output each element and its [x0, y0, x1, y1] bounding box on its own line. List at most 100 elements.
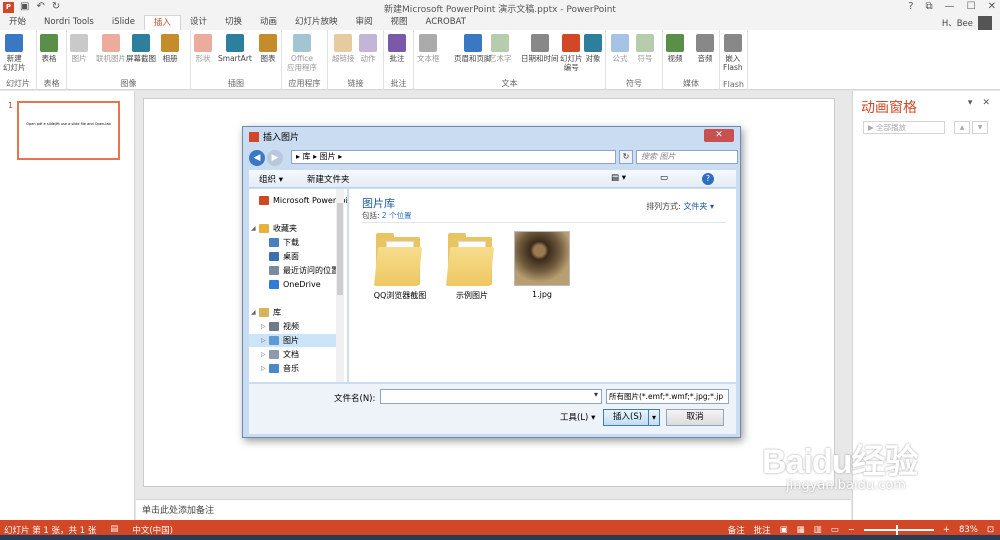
ribbon-button-1-0[interactable]: 表格 [40, 34, 58, 63]
ribbon-button-7-5[interactable]: 对象 [584, 34, 602, 63]
ribbon-button-8-0[interactable]: 公式 [611, 34, 629, 63]
tab-3[interactable]: iSlide [103, 15, 144, 30]
forward-icon[interactable]: ▶ [267, 150, 283, 166]
tab-1[interactable]: 开始 [0, 15, 35, 30]
minimize-icon[interactable]: — [945, 1, 955, 12]
ribbon-button-7-0[interactable]: 文本框 [417, 34, 440, 63]
ribbon-group-label: 媒体 [683, 79, 699, 88]
tab-5[interactable]: 设计 [181, 15, 216, 30]
ribbon-button-2-2[interactable]: 屏幕截图 [126, 34, 156, 63]
slide-sorter-icon[interactable]: ▦ [797, 525, 805, 535]
nav-item-5[interactable]: OneDrive [249, 278, 321, 291]
ribbon-button-label: 公式 [612, 54, 628, 63]
ribbon-button-5-0[interactable]: 超链接 [332, 34, 355, 63]
insert-button[interactable]: 插入(S) [603, 409, 660, 426]
back-icon[interactable]: ◀ [249, 150, 265, 166]
expand-arrow-icon[interactable]: ▷ [261, 365, 269, 372]
move-down-icon[interactable]: ▼ [972, 121, 988, 134]
ribbon-button-3-2[interactable]: 图表 [259, 34, 277, 63]
nav-item-7[interactable]: ▷ 视频 [249, 320, 299, 333]
nav-item-10[interactable]: ▷ 音乐 [249, 362, 299, 375]
view-options-icon[interactable]: ▤ ▾ [611, 173, 626, 185]
expand-arrow-icon[interactable]: ◢ [251, 309, 259, 316]
close-icon[interactable]: ✕ [988, 1, 996, 12]
ribbon-button-2-3[interactable]: 相册 [161, 34, 179, 63]
tab-9[interactable]: 审阅 [347, 15, 382, 30]
ribbon-button-3-1[interactable]: SmartArt [218, 34, 252, 63]
nav-item-1[interactable]: ◢ 收藏夹 [249, 222, 297, 235]
close-icon[interactable]: ✕ [982, 98, 990, 108]
ribbon-button-8-1[interactable]: 符号 [636, 34, 654, 63]
tools-menu[interactable]: 工具(L) ▾ [560, 411, 595, 423]
expand-arrow-icon[interactable]: ▷ [261, 351, 269, 358]
slideshow-icon[interactable]: ▭ [831, 525, 839, 535]
tab-8[interactable]: 幻灯片放映 [286, 15, 347, 30]
move-up-icon[interactable]: ▲ [954, 121, 970, 134]
ribbon-button-6-0[interactable]: 批注 [388, 34, 406, 63]
ribbon-button-5-1[interactable]: 动作 [359, 34, 377, 63]
zoom-out-icon[interactable]: − [848, 525, 855, 535]
help-icon[interactable]: ? [702, 172, 714, 185]
library-title: 图片库 [362, 197, 395, 210]
ribbon-button-7-1[interactable]: 页眉和页脚 [454, 34, 492, 63]
zoom-level[interactable]: 83% [959, 525, 978, 535]
ribbon-button-9-1[interactable]: 音频 [696, 34, 714, 63]
tab-11[interactable]: ACROBAT [417, 15, 475, 30]
nav-item-3[interactable]: 桌面 [249, 250, 299, 263]
slide-thumbnail[interactable]: Open pdf e slide/fit use a slide file an… [17, 101, 120, 160]
maximize-icon[interactable]: ☐ [967, 1, 976, 12]
preview-pane-icon[interactable]: ▭ [660, 173, 668, 185]
ribbon-button-7-4[interactable]: 幻灯片 编号 [560, 34, 583, 72]
reading-view-icon[interactable]: ▥ [814, 525, 822, 535]
file-item-0[interactable]: QQ浏览器截图 [365, 231, 435, 301]
nav-item-4[interactable]: 最近访问的位置 [249, 264, 339, 277]
path-input[interactable]: ▸ 库 ▸ 图片 ▸ [291, 150, 616, 164]
nav-item-0[interactable]: Microsoft PowerPoint [249, 194, 347, 207]
ribbon-button-label: 幻灯片 编号 [560, 54, 583, 72]
tab-10[interactable]: 视图 [382, 15, 417, 30]
dialog-close-button[interactable]: ✕ [704, 129, 734, 142]
ribbon-button-4-0[interactable]: Office 应用程序 [287, 34, 317, 72]
pane-options-icon[interactable]: ▾ [968, 98, 973, 108]
expand-arrow-icon[interactable]: ▷ [261, 323, 269, 330]
file-item-2[interactable]: 1.jpg [507, 231, 577, 299]
nav-item-8[interactable]: ▷ 图片 [249, 334, 342, 347]
search-input[interactable]: 搜索 图片 [636, 150, 738, 164]
tab-4[interactable]: 插入 [143, 15, 181, 30]
ribbon-button-0-0[interactable]: 新建 幻灯片 [3, 34, 26, 72]
cancel-button[interactable]: 取消 [666, 409, 724, 426]
user-account[interactable]: H、Bee [942, 16, 992, 30]
ribbon-button-2-0[interactable]: 图片 [70, 34, 88, 63]
new-folder-button[interactable]: 新建文件夹 [307, 173, 350, 185]
tab-7[interactable]: 动画 [251, 15, 286, 30]
fit-slide-icon[interactable]: ⊡ [987, 525, 994, 535]
notes-pane[interactable]: 单击此处添加备注 [136, 499, 851, 520]
play-all-button[interactable]: ▶ 全部播放 [863, 121, 945, 134]
tab-2[interactable]: Nordri Tools [35, 15, 103, 30]
zoom-in-icon[interactable]: + [943, 525, 950, 535]
expand-arrow-icon[interactable]: ◢ [251, 225, 259, 232]
locations-link[interactable]: 2 个位置 [382, 211, 412, 220]
filename-input[interactable] [380, 389, 602, 404]
navigation-scrollbar[interactable] [336, 189, 344, 382]
nav-item-9[interactable]: ▷ 文档 [249, 348, 299, 361]
zoom-slider[interactable] [863, 525, 934, 535]
restore-icon[interactable]: ⧉ [926, 1, 933, 12]
organize-button[interactable]: 组织 ▾ [259, 173, 283, 185]
expand-arrow-icon[interactable]: ▷ [261, 337, 269, 344]
file-item-1[interactable]: 示例图片 [437, 231, 507, 301]
filetype-select[interactable]: 所有图片(*.emf;*.wmf;*.jpg;*.jp [606, 389, 729, 404]
ribbon-button-9-0[interactable]: 视频 [666, 34, 684, 63]
normal-view-icon[interactable]: ▣ [780, 525, 788, 535]
nav-item-6[interactable]: ◢ 库 [249, 306, 281, 319]
ribbon-button-3-0[interactable]: 形状 [194, 34, 212, 63]
tab-6[interactable]: 切换 [216, 15, 251, 30]
ribbon-button-7-3[interactable]: 日期和时间 [521, 34, 559, 63]
ribbon-button-2-1[interactable]: 联机图片 [96, 34, 126, 63]
ribbon-button-7-2[interactable]: 艺术字 [489, 34, 512, 63]
help-icon[interactable]: ? [908, 1, 913, 12]
refresh-icon[interactable]: ↻ [619, 150, 633, 164]
arrange-by-dropdown[interactable]: 文件夹 ▾ [683, 202, 714, 211]
ribbon-button-10-0[interactable]: 嵌入 Flash [723, 34, 743, 72]
nav-item-2[interactable]: 下载 [249, 236, 299, 249]
